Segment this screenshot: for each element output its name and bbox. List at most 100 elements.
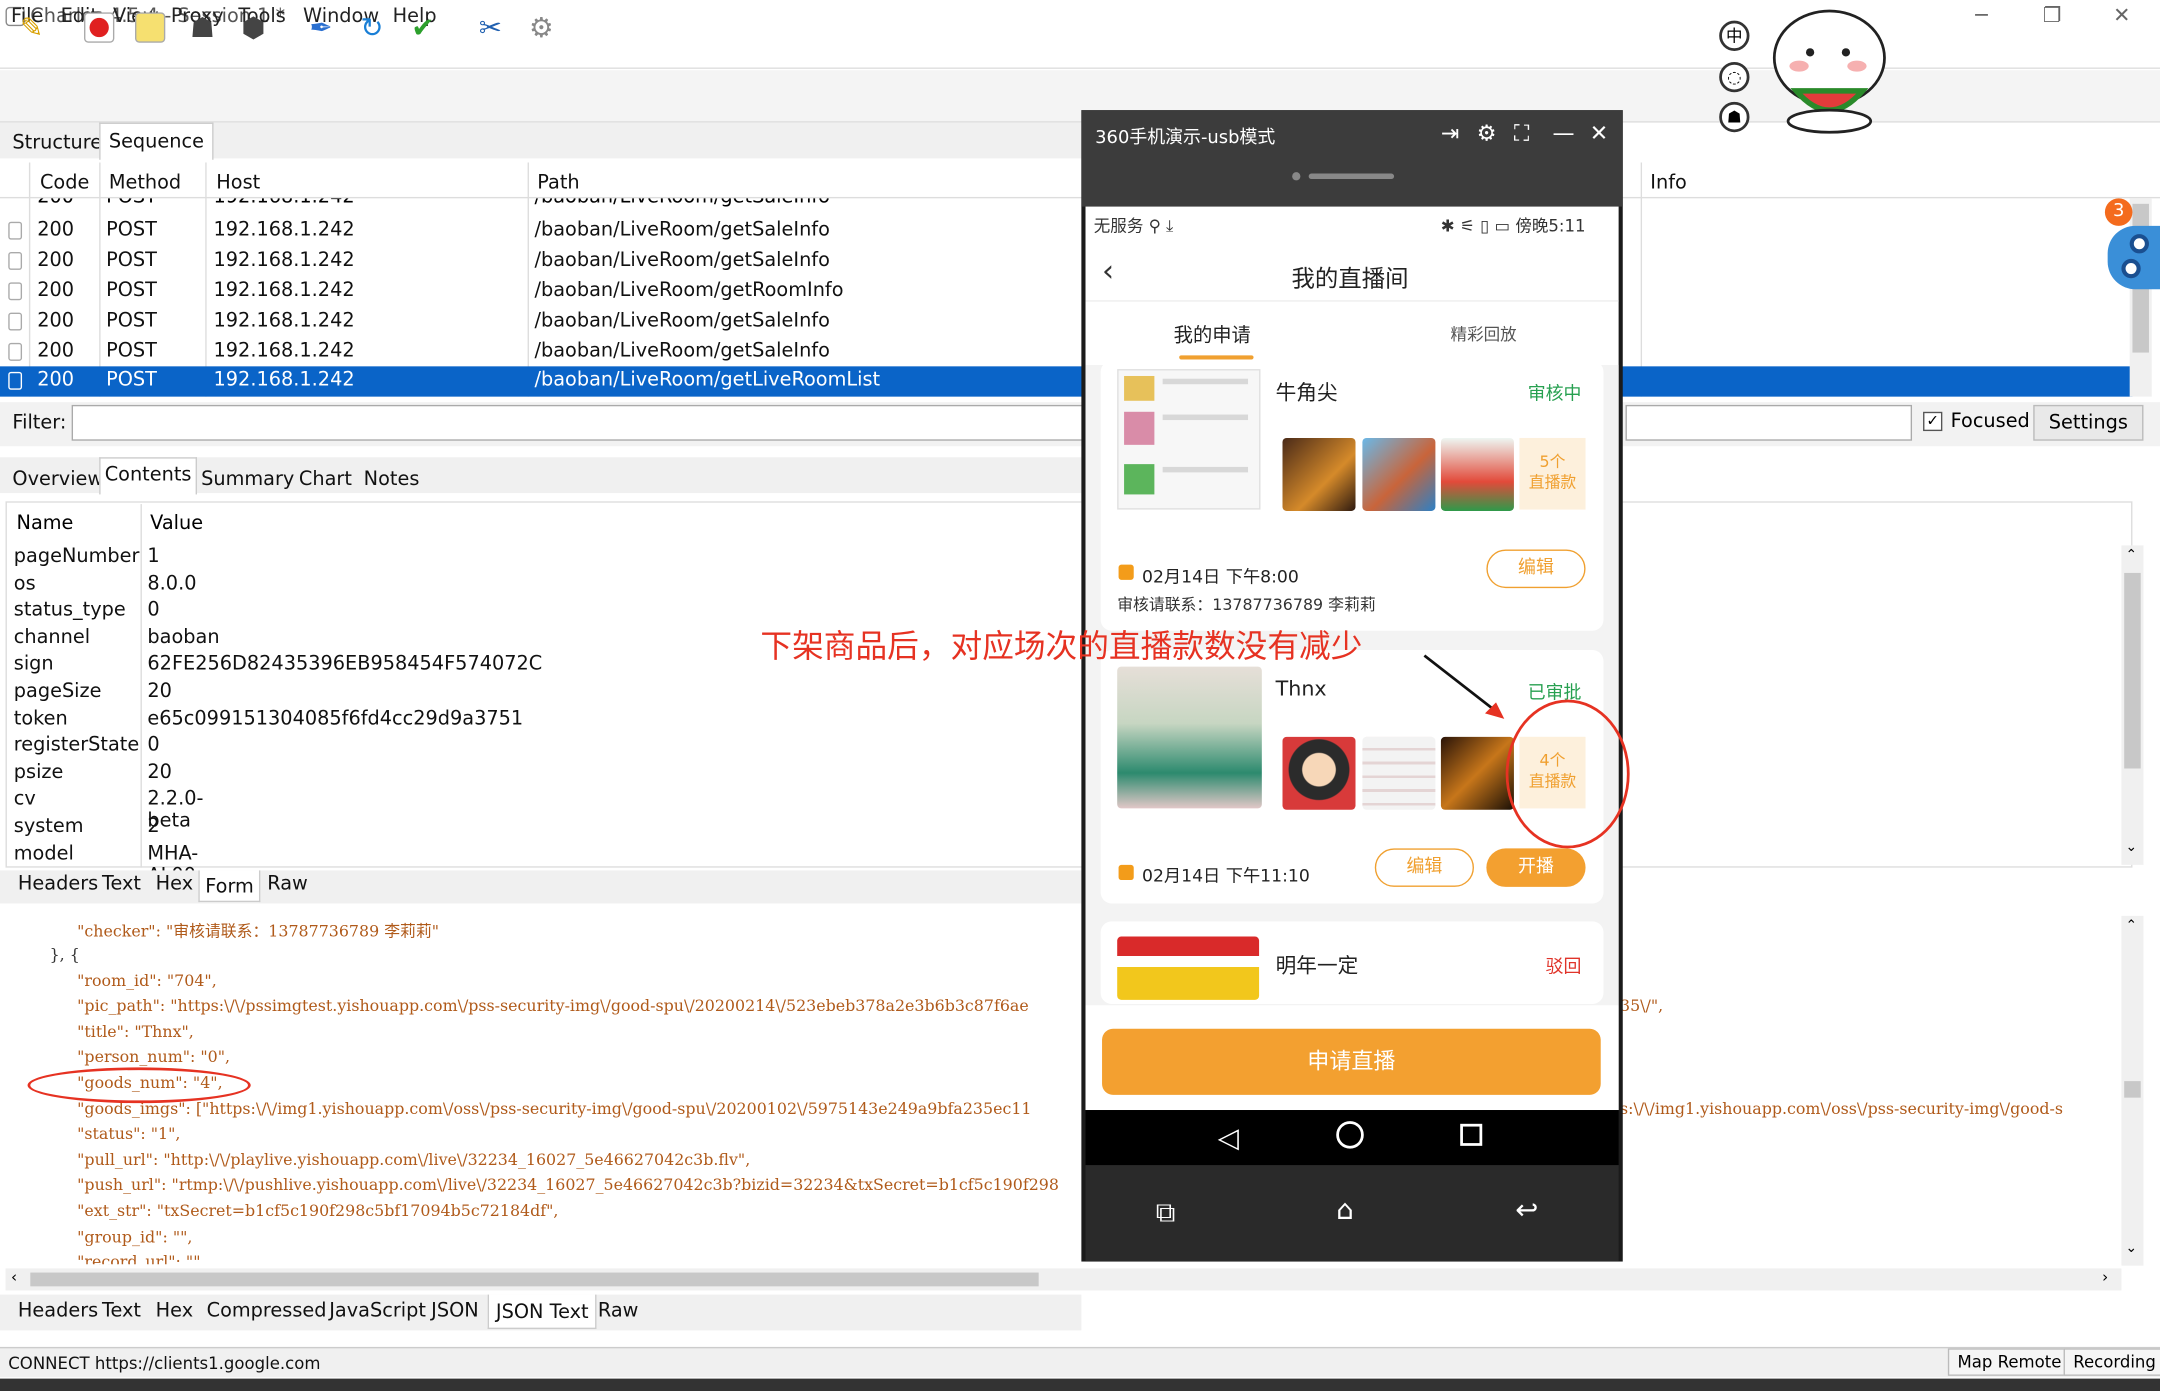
row-method: POST xyxy=(106,198,157,208)
tab-overview[interactable]: Overview xyxy=(8,463,107,496)
pin-icon[interactable]: ⇥ xyxy=(1441,120,1459,146)
resp-tab-text[interactable]: Text xyxy=(102,1300,141,1322)
table-row[interactable]: 200 POST 192.168.1.242 /baoban/LiveRoom/… xyxy=(0,307,2132,337)
json-scrollbar[interactable]: ⌃ ⌄ xyxy=(2121,915,2144,1266)
resp-tab-hex[interactable]: Hex xyxy=(156,1300,193,1322)
fullscreen-icon[interactable]: ⛶ xyxy=(1514,120,1529,148)
settings-button[interactable]: Settings xyxy=(2033,404,2144,441)
android-recents-icon[interactable] xyxy=(1460,1123,1483,1146)
recording-button[interactable]: Recording xyxy=(2063,1348,2160,1376)
tab-summary[interactable]: Summary xyxy=(197,463,298,496)
ime-skin-icon[interactable]: ☗ xyxy=(1719,101,1750,133)
phone-tab-my-apply[interactable]: 我的申请 xyxy=(1174,321,1251,349)
req-tab-headers[interactable]: Headers xyxy=(18,873,98,895)
tab-sequence[interactable]: Sequence xyxy=(99,122,214,160)
req-tab-text[interactable]: Text xyxy=(102,873,141,895)
edit-button[interactable]: 编辑 xyxy=(1374,848,1474,887)
form-scrollbar[interactable]: ⌃ ⌄ xyxy=(2121,545,2144,865)
tab-chart[interactable]: Chart xyxy=(295,463,356,496)
apply-live-button[interactable]: 申请直播 xyxy=(1102,1028,1601,1095)
request-icon xyxy=(8,282,23,301)
return-icon[interactable]: ↩ xyxy=(1515,1193,1538,1226)
map-remote-button[interactable]: Map Remote xyxy=(1947,1348,2072,1376)
notification-count-badge[interactable]: 3 xyxy=(2104,198,2133,226)
filter-input-extension[interactable] xyxy=(1625,404,1913,441)
refresh-icon[interactable]: ↻ xyxy=(354,10,390,46)
tab-notes[interactable]: Notes xyxy=(360,463,424,496)
card-date: 02月14日 下午8:00 xyxy=(1141,566,1299,587)
breakpoint-icon[interactable]: ⬢ xyxy=(236,10,272,46)
throttle-icon[interactable] xyxy=(132,10,168,46)
scroll-up-icon[interactable]: ⌃ xyxy=(2126,919,2138,934)
focused-checkbox[interactable]: ✓ xyxy=(1923,411,1943,432)
table-row[interactable]: 200 POST 192.168.1.242 /baoban/LiveRoom/… xyxy=(0,216,2132,246)
calendar-icon xyxy=(1118,864,1134,881)
table-row[interactable]: 200 POST 192.168.1.242 /baoban/LiveRoom/… xyxy=(0,337,2132,367)
json-hscrollbar[interactable]: ‹ › xyxy=(5,1268,2122,1291)
product-image xyxy=(1440,437,1514,511)
record-icon[interactable] xyxy=(81,10,117,46)
home-outline-icon[interactable]: ⌂ xyxy=(1336,1193,1353,1226)
row-code: 200 xyxy=(37,218,75,242)
scroll-down-icon[interactable]: ⌄ xyxy=(2126,1241,2138,1256)
ime-punctuation-icon[interactable]: ◌ xyxy=(1719,61,1750,93)
product-image xyxy=(1282,437,1356,511)
scroll-right-icon[interactable]: › xyxy=(2102,1268,2108,1286)
filter-input[interactable] xyxy=(71,404,1086,441)
settings-gear-icon[interactable]: ⚙ xyxy=(523,10,559,46)
json-text-view[interactable]: "checker": "审核请联系：13787736789 李莉莉" }, { … xyxy=(0,911,2133,1265)
close-icon[interactable]: ✕ xyxy=(2113,3,2130,28)
column-host[interactable]: Host xyxy=(216,172,260,194)
ime-chinese-icon[interactable]: 中 xyxy=(1719,20,1750,51)
assistant-float-icon[interactable] xyxy=(2107,225,2160,290)
json-line: "goods_imgs": ["https:\/\/img1.yishouapp… xyxy=(77,1099,1032,1119)
row-method: POST xyxy=(106,249,157,272)
row-method: POST xyxy=(106,369,157,392)
phone-settings-icon[interactable]: ⚙ xyxy=(1477,120,1497,146)
edit-button[interactable]: 编辑 xyxy=(1486,549,1586,589)
table-row[interactable]: 200 POST 192.168.1.242 /baoban/LiveRoom/… xyxy=(0,247,2132,277)
req-tab-form[interactable]: Form xyxy=(198,870,261,903)
column-info[interactable]: Info xyxy=(1650,172,1687,194)
resp-tab-headers[interactable]: Headers xyxy=(18,1300,98,1322)
column-code[interactable]: Code xyxy=(40,172,89,194)
resp-tab-compressed[interactable]: Compressed xyxy=(207,1300,327,1322)
start-live-button[interactable]: 开播 xyxy=(1486,848,1586,887)
table-row-selected[interactable]: 200 POST 192.168.1.242 /baoban/LiveRoom/… xyxy=(0,366,2133,397)
scroll-up-icon[interactable]: ⌃ xyxy=(2126,548,2138,563)
turtle-icon[interactable]: ☗ xyxy=(185,10,221,46)
back-arrow-icon[interactable]: ‹ xyxy=(1102,255,1114,289)
req-tab-raw[interactable]: Raw xyxy=(267,873,308,895)
tab-contents[interactable]: Contents xyxy=(99,457,197,495)
table-row[interactable]: 200 POST 192.168.1.242 /baoban/LiveRoom/… xyxy=(0,277,2132,307)
tab-active-indicator xyxy=(1179,355,1254,360)
json-line: "room_id": "704", xyxy=(77,970,217,991)
card-status: 驳回 xyxy=(1545,957,1582,978)
resp-tab-raw[interactable]: Raw xyxy=(598,1300,639,1322)
validate-check-icon[interactable]: ✔ xyxy=(405,10,441,46)
table-row-partial[interactable]: 200 POST 192.168.1.242 /baoban/LiveRoom/… xyxy=(0,198,2132,209)
restore-icon[interactable]: ❐ xyxy=(2043,3,2062,28)
tab-structure[interactable]: Structure xyxy=(8,127,106,160)
column-method[interactable]: Method xyxy=(109,172,181,194)
broom-icon[interactable]: ✎ xyxy=(14,10,50,46)
phone-minimize-icon[interactable]: — xyxy=(1552,120,1574,146)
scroll-left-icon[interactable]: ‹ xyxy=(11,1268,17,1286)
android-home-icon[interactable] xyxy=(1336,1121,1364,1149)
column-path[interactable]: Path xyxy=(537,172,579,194)
phone-close-icon[interactable]: ✕ xyxy=(1590,120,1608,146)
scroll-down-icon[interactable]: ⌄ xyxy=(2126,840,2138,855)
resp-tab-json-text[interactable]: JSON Text xyxy=(487,1294,597,1330)
resp-tab-javascript[interactable]: JavaScript xyxy=(329,1300,426,1322)
multitask-icon[interactable]: ⧉ xyxy=(1156,1195,1176,1228)
phone-tab-replay[interactable]: 精彩回放 xyxy=(1451,322,1517,345)
json-line: "ext_str": "txSecret=b1cf5c190f298c5bf17… xyxy=(77,1200,559,1221)
phone-status-left: 无服务 ⚲ ⤓ xyxy=(1093,216,1174,236)
tools-icon[interactable]: ✂ xyxy=(472,10,508,46)
resp-tab-json[interactable]: JSON xyxy=(431,1300,479,1322)
req-tab-hex[interactable]: Hex xyxy=(156,873,193,895)
minimize-icon[interactable]: ─ xyxy=(1975,3,1987,28)
json-line: "checker": "审核请联系：13787736789 李莉莉" xyxy=(77,921,440,941)
compose-pen-icon[interactable]: ✒ xyxy=(303,10,339,46)
android-back-icon[interactable]: ◁ xyxy=(1218,1121,1239,1154)
